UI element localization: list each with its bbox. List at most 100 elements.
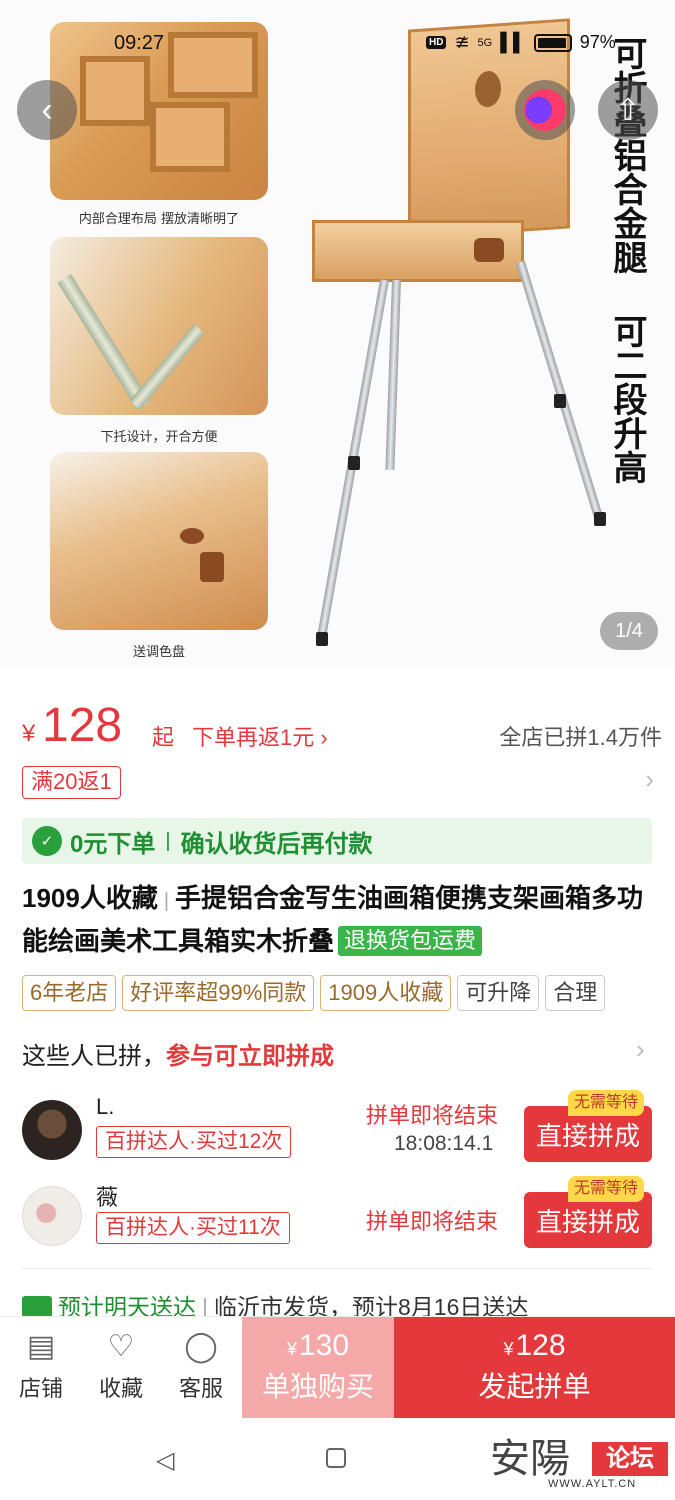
coupon-row[interactable]: 满20返1 › [22,764,662,800]
return-shipping-tag: 退换货包运费 [338,926,483,956]
tag-favorites: 1909人收藏 [320,975,452,1011]
avatar [22,1100,82,1160]
product-image-gallery[interactable]: 内部合理布局 摆放清晰明了 下托设计，开合方便 送调色盘 可折叠铝合金腿 可二段… [0,0,675,668]
sold-count: 全店已拼1.4万件 [499,725,662,750]
alone-price: ¥130 [242,1329,394,1363]
alone-label: 单独购买 [261,1371,374,1402]
system-navigation-bar: ◁ 安陽 论坛 WWW.AYLT.CN [0,1418,675,1500]
payment-assurance-bar: ✓ 0元下单 | 确认收货后再付款 [22,818,652,864]
share-button[interactable]: ⇧ [598,80,658,140]
group-member-name: 薇 [96,1185,119,1210]
box-handle [200,552,224,582]
easel-leg-clamp [348,456,360,470]
system-back-icon[interactable]: ◁ [156,1446,174,1475]
group-heading-text: 这些人已拼， [22,1043,166,1070]
start-group-button[interactable]: ¥128 发起拼单 [394,1317,675,1419]
hd-icon: HD [426,36,447,49]
no-wait-flag: 无需等待 [568,1090,645,1116]
rebate-text: 下单再返1元 [192,725,315,750]
price-amount: 128 [42,699,123,752]
no-wait-flag: 无需等待 [568,1176,645,1202]
assistant-icon [524,89,566,131]
avatar [22,1186,82,1246]
caption-palette: 送调色盘 [132,645,185,660]
group-heading-highlight: 参与可立即拼成 [166,1043,334,1070]
product-title: 1909人收藏 | 手提铝合金写生油画箱便携支架画箱多功能绘画美术工具箱实木折叠 退换… [22,878,652,961]
alone-price-value: 130 [298,1329,350,1362]
battery-icon [533,33,572,52]
watermark: 安陽 论坛 WWW.AYLT.CN [490,1426,675,1496]
status-time: 09:27 [114,32,165,54]
chevron-right-icon: › [645,764,654,794]
service-label: 客服 [178,1376,223,1401]
hinge-bracket [57,274,151,410]
group-ending-text: 拼单即将结束 [366,1209,499,1234]
tag-adjustable: 可升降 [457,975,540,1011]
group-buy-heading[interactable]: 这些人已拼，参与可立即拼成 [22,1036,334,1071]
chevron-right-icon: › [636,1034,645,1064]
heart-icon: ♡ [107,1330,135,1363]
shop-button[interactable]: ▤ 店铺 [6,1327,76,1403]
easel-leg-clamp [554,394,566,408]
easel-handle [474,238,504,262]
caption-interior: 内部合理布局 摆放清晰明了 [78,212,240,227]
shop-label: 店铺 [18,1376,63,1401]
easel-leg [516,260,604,520]
store-icon: ▤ [26,1330,56,1363]
assistant-button[interactable] [515,80,575,140]
battery-level: 97% [579,32,616,52]
caption-hinge: 下托设计，开合方便 [100,430,218,445]
assurance-divider: | [165,829,171,852]
group-member-badge: 百拼达人·买过12次 [96,1126,292,1158]
system-home-icon[interactable] [326,1448,346,1468]
compartment [168,32,258,98]
thumbnail-hinge [50,237,268,415]
watermark-logo: 安陽 [490,1436,570,1482]
group-ending-text: 拼单即将结束 [366,1103,499,1128]
service-tags: 6年老店 好评率超99%同款 1909人收藏 可升降 合理 [22,975,675,1013]
bottom-action-bar: ▤ 店铺 ♡ 收藏 ◯ 客服 ¥130 单独购买 ¥128 发起拼单 [0,1316,675,1419]
buy-alone-button[interactable]: ¥130 单独购买 [242,1317,394,1419]
image-counter: 1/4 [600,612,658,650]
favorites-count: 1909人收藏 [22,883,158,913]
chevron-left-icon: ‹ [41,90,53,129]
easel-palette-hole [475,70,501,108]
group-countdown: 18:08:14.1 [394,1132,494,1155]
watermark-badge: 论坛 [592,1442,668,1476]
thumbnail-palette [50,452,268,630]
compartment [150,102,230,172]
share-icon: ⇧ [615,93,641,127]
shipping-divider: | [202,1294,208,1318]
group-price: ¥128 [394,1329,675,1363]
favorite-label: 收藏 [98,1376,143,1401]
price-suffix: 起 [152,725,175,750]
group-row: 薇 百拼达人·买过11次 拼单即将结束 直接拼成 无需等待 [22,1176,652,1256]
service-button[interactable]: ◯ 客服 [166,1327,236,1403]
tag-extra: 合理 [545,975,606,1011]
group-member-name: L. [96,1094,115,1119]
group-label: 发起拼单 [478,1371,591,1402]
group-currency: ¥ [503,1339,514,1359]
group-member-badge: 百拼达人·买过11次 [96,1212,290,1244]
watermark-url: WWW.AYLT.CN [548,1478,637,1490]
back-button[interactable]: ‹ [17,80,77,140]
easel-leg [385,279,401,471]
palette-hole [180,528,204,544]
tag-store-age: 6年老店 [22,975,117,1011]
alone-currency: ¥ [286,1339,297,1359]
shield-check-icon: ✓ [32,826,62,856]
assurance-right: 确认收货后再付款 [180,830,373,858]
chat-bubble-icon: ◯ [184,1330,218,1363]
truck-icon [22,1296,52,1318]
coupon-tag: 满20返1 [22,766,121,799]
group-row: L. 百拼达人·买过12次 拼单即将结束 18:08:14.1 直接拼成 无需等… [22,1090,652,1170]
rebate-link[interactable]: 下单再返1元 › [192,720,328,752]
divider [22,1268,652,1269]
hinge-bracket [129,324,205,410]
title-divider: | [163,890,170,912]
shipping-row[interactable]: 预计明天送达 | 临沂市发货，预计8月16日送达 [22,1288,662,1318]
favorite-button[interactable]: ♡ 收藏 [86,1327,156,1403]
group-price-value: 128 [515,1329,566,1362]
shipping-detail: 临沂市发货，预计8月16日送达 [213,1294,529,1318]
shipping-eta: 预计明天送达 [58,1294,196,1318]
